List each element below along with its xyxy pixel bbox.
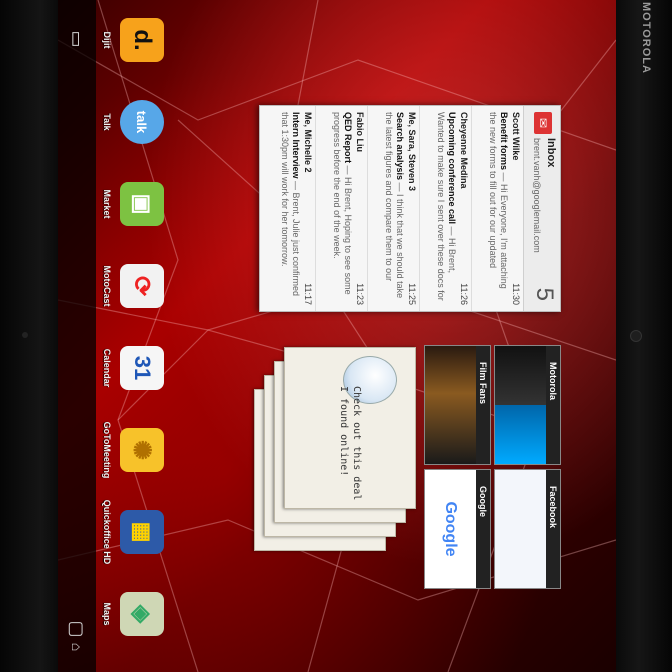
thumb-title: Facebook [546, 470, 560, 588]
browser-thumb[interactable]: Motorola [494, 345, 561, 465]
quickoffice-icon: ▦ [120, 510, 164, 554]
mail-item[interactable]: Me, Sara, Steven 3 11:25 Search analysis… [367, 106, 420, 311]
app-label: MotoCast [102, 265, 112, 307]
app-talk[interactable]: talk Talk [96, 82, 186, 162]
browser-thumb[interactable]: Film Fans [424, 345, 491, 465]
brand-logo: MOTOROLA [628, 2, 652, 74]
motocast-icon: ⟳ [120, 264, 164, 308]
gmail-unread-count: 5 [531, 287, 558, 301]
browser-thumb[interactable]: Facebook [494, 469, 561, 589]
app-label: Maps [102, 602, 112, 626]
gmail-title: Inbox [545, 138, 557, 168]
thumb-preview [495, 346, 546, 464]
browser-thumbnails: Motorola Facebook Film Fans Google Googl… [421, 345, 561, 635]
google-logo: Google [425, 470, 476, 588]
market-icon: ▣ [120, 182, 164, 226]
mail-item[interactable]: Fabio Liu 11:23 QED Report — Hi Brent, H… [315, 106, 368, 311]
app-dock: d. Dijit talk Talk ▣ Market ⟳ MotoCast 3… [96, 0, 186, 672]
app-motocast[interactable]: ⟳ MotoCast [96, 246, 186, 326]
gotomeeting-icon: ✺ [120, 428, 164, 472]
dijit-icon: d. [120, 18, 164, 62]
app-maps[interactable]: ◈ Maps [96, 574, 186, 654]
app-label: Quickoffice HD [102, 499, 112, 565]
thumb-title: Motorola [546, 346, 560, 464]
tablet-frame: MOTOROLA ▢ ▭ ⌂ d. Dijit [0, 0, 672, 672]
talk-icon: talk [120, 100, 164, 144]
system-bar: ▢ ▭ ⌂ [58, 0, 96, 672]
gmail-widget[interactable]: ✉ Inbox brent.vanh@googlemail.com 5 Scot… [259, 105, 561, 312]
gmail-envelope-icon: ✉ [534, 112, 552, 134]
bezel-right [616, 0, 672, 672]
mail-item[interactable]: Me, Michelle 2 11:17 Intern Interview — … [260, 106, 316, 311]
thumb-preview [495, 470, 546, 588]
app-label: Market [102, 189, 112, 219]
app-label: Dijit [102, 31, 112, 49]
thumb-preview [425, 346, 476, 464]
calendar-icon: 31 [120, 346, 164, 390]
note-text: Check out this deal I found online! [338, 386, 362, 501]
maps-icon: ◈ [120, 592, 164, 636]
thumb-title: Film Fans [476, 346, 490, 464]
front-camera [630, 330, 642, 342]
mail-item[interactable]: Cheyenne Medina 11:26 Upcoming conferenc… [419, 106, 472, 311]
launcher: ▢ ▭ ⌂ d. Dijit talk Talk ▣ Market ⟳ Moto… [58, 0, 616, 672]
home-icon[interactable]: ⌂ [66, 636, 88, 658]
app-calendar[interactable]: 31 Calendar [96, 328, 186, 408]
note-card-top[interactable]: Check out this deal I found online! [284, 347, 416, 509]
app-gotomeeting[interactable]: ✺ GoToMeeting [96, 410, 186, 490]
browser-thumb[interactable]: Google Google [424, 469, 491, 589]
app-label: Talk [102, 113, 112, 131]
app-market[interactable]: ▣ Market [96, 164, 186, 244]
app-label: Calendar [102, 348, 112, 388]
app-quickoffice[interactable]: ▦ Quickoffice HD [96, 492, 186, 572]
gmail-account: brent.vanh@googlemail.com [532, 138, 542, 253]
thumb-title: Google [476, 470, 490, 588]
bezel-left [0, 0, 58, 672]
notes-widget[interactable]: Check out this deal I found online! [246, 345, 416, 555]
gmail-header[interactable]: ✉ Inbox brent.vanh@googlemail.com 5 [523, 106, 560, 311]
app-dijit[interactable]: d. Dijit [96, 0, 186, 80]
recent-apps-icon[interactable]: ▭ [66, 28, 88, 50]
sensor-dot [22, 332, 28, 338]
mail-item[interactable]: Scott Wilke 11:30 Benefit forms — Hi Eve… [471, 106, 524, 311]
app-label: GoToMeeting [102, 421, 112, 479]
